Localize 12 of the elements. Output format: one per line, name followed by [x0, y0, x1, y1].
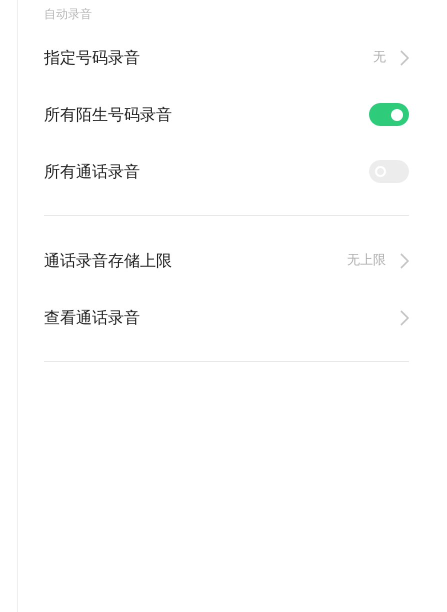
setting-label: 查看通话录音	[44, 306, 140, 328]
section-header: 自动录音	[44, 6, 93, 23]
setting-label: 所有陌生号码录音	[44, 104, 172, 126]
setting-label: 所有通话录音	[44, 160, 140, 182]
chevron-right-icon	[400, 310, 409, 326]
toggle-switch[interactable]	[369, 103, 409, 126]
setting-value: 无	[373, 48, 386, 67]
setting-label: 通话录音存储上限	[44, 250, 172, 272]
setting-value: 无上限	[347, 252, 386, 270]
chevron-right-icon	[400, 50, 409, 66]
setting-label: 指定号码录音	[44, 46, 140, 68]
chevron-right-icon	[400, 252, 409, 268]
